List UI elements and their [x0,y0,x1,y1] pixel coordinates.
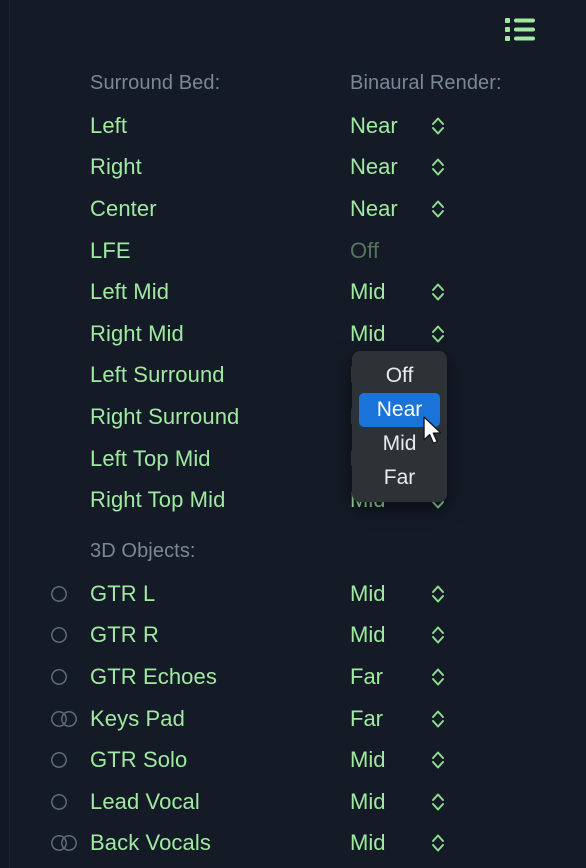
stepper-chevron-icon[interactable] [430,583,446,605]
render-value-cell[interactable]: Mid [350,279,446,305]
track-row[interactable]: Left Top MidMid [0,438,586,480]
mono-channel-icon[interactable] [0,585,90,603]
track-name: Left [90,112,128,138]
stepper-chevron-icon[interactable] [430,749,446,771]
track-name: Center [90,195,157,221]
render-value-cell[interactable]: Mid [350,747,446,773]
track-name: GTR Solo [90,747,188,773]
track-row[interactable]: GTR Echoes Far [0,656,586,698]
render-value: Far [350,663,383,689]
render-value: Near [350,112,398,138]
dropdown-option[interactable]: Far [359,461,440,495]
render-value-cell[interactable]: Mid [350,830,446,856]
track-name: LFE [90,237,131,263]
render-value-cell[interactable]: Mid [350,789,446,815]
stepper-chevron-icon[interactable] [430,323,446,345]
track-row[interactable]: Center Near [0,188,586,230]
track-row[interactable]: Left Mid Mid [0,271,586,313]
track-row[interactable]: Lead Vocal Mid [0,781,586,823]
stereo-channel-icon[interactable] [0,834,90,852]
track-row[interactable]: Right Top MidMid [0,479,586,521]
stepper-chevron-icon[interactable] [430,708,446,730]
render-value-cell[interactable]: Near [350,113,446,139]
render-value: Mid [350,747,386,773]
mono-channel-icon[interactable] [0,751,90,769]
render-value: Near [350,195,398,221]
track-row[interactable]: Right SurroundMid [0,396,586,438]
render-value-cell[interactable]: Far [350,664,446,690]
render-value: Mid [350,788,386,814]
list-icon-button[interactable] [502,14,538,46]
track-row[interactable]: GTR L Mid [0,573,586,615]
panel-header [0,0,586,60]
track-row[interactable]: Right Near [0,147,586,189]
section-label-surround-bed: Surround Bed: [90,72,221,94]
render-value: Off [350,237,379,263]
track-name: Right Mid [90,320,184,346]
track-name: GTR Echoes [90,663,217,689]
render-value: Far [350,705,383,731]
render-value-cell[interactable]: Near [350,154,446,180]
binaural-render-dropdown[interactable]: Off Near Mid Far [352,351,447,502]
section-value-label-surround-bed: Binaural Render: [350,72,502,94]
stepper-chevron-icon[interactable] [430,281,446,303]
track-row[interactable]: Left Near [0,105,586,147]
render-value-cell[interactable]: Mid [350,622,446,648]
dropdown-option[interactable]: Off [359,359,440,393]
stepper-chevron-icon[interactable] [430,832,446,854]
track-row[interactable]: Keys Pad Far [0,698,586,740]
track-name: Keys Pad [90,705,185,731]
track-row[interactable]: Left SurroundMid [0,355,586,397]
stepper-chevron-icon[interactable] [430,156,446,178]
stereo-channel-icon[interactable] [0,710,90,728]
render-value-cell[interactable]: Off [350,238,412,264]
track-name: Left Top Mid [90,445,211,471]
track-name: Left Surround [90,362,225,388]
track-name: GTR L [90,580,156,606]
render-value-cell[interactable]: Far [350,706,446,732]
render-value-cell[interactable]: Mid [350,581,446,607]
mono-channel-icon[interactable] [0,793,90,811]
render-value: Mid [350,279,386,305]
track-name: Right Surround [90,403,240,429]
track-name: Right Top Mid [90,487,226,513]
render-value: Mid [350,580,386,606]
track-name: Right [90,154,142,180]
track-name: Back Vocals [90,830,211,856]
track-row[interactable]: GTR R Mid [0,615,586,657]
list-icon [505,18,535,41]
render-value: Mid [350,830,386,856]
render-value-cell[interactable]: Near [350,196,446,222]
track-row[interactable]: LFE Off [0,230,586,272]
stepper-chevron-icon[interactable] [430,624,446,646]
track-row[interactable]: GTR Solo Mid [0,739,586,781]
mono-channel-icon[interactable] [0,626,90,644]
track-row[interactable]: Back Vocals Mid [0,823,586,865]
render-value: Mid [350,320,386,346]
track-name: Lead Vocal [90,788,200,814]
dropdown-option[interactable]: Near [359,393,440,427]
binaural-render-panel: Surround Bed: Binaural Render: Left Near Rig… [0,0,586,868]
mono-channel-icon[interactable] [0,668,90,686]
section-label-3d-objects: 3D Objects: [90,540,196,562]
dropdown-option[interactable]: Mid [359,427,440,461]
stepper-chevron-icon[interactable] [430,198,446,220]
render-value: Mid [350,622,386,648]
stepper-chevron-icon[interactable] [430,791,446,813]
render-value-cell[interactable]: Mid [350,321,446,347]
render-value: Near [350,154,398,180]
stepper-chevron-icon[interactable] [430,666,446,688]
track-name: Left Mid [90,279,170,305]
stepper-chevron-icon[interactable] [430,115,446,137]
track-name: GTR R [90,622,159,648]
track-row[interactable]: Right Mid Mid [0,313,586,355]
